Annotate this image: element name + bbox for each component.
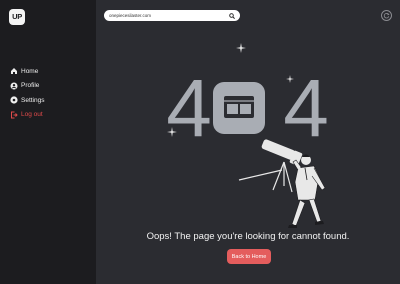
back-to-home-button[interactable]: Back to Home (227, 249, 271, 264)
logout-icon (10, 111, 18, 119)
sidebar-item-label: Log out (21, 111, 43, 119)
sidebar-item-home[interactable]: Home (10, 64, 45, 79)
home-icon (10, 67, 18, 75)
error-digit-right: 4 (283, 63, 329, 154)
error-message: Oops! The page you're looking for cannot… (146, 231, 350, 242)
error-digit-left: 4 (166, 63, 212, 154)
browser-window-icon (213, 82, 265, 134)
sidebar-item-profile[interactable]: Profile (10, 79, 45, 94)
user-icon (10, 82, 18, 90)
sidebar-item-logout[interactable]: Log out (10, 108, 45, 123)
gear-icon (10, 96, 18, 104)
app-logo[interactable]: UP (9, 9, 25, 25)
sidebar-item-label: Settings (21, 96, 45, 104)
sidebar-item-settings[interactable]: Settings (10, 93, 45, 108)
sidebar-nav: Home Profile Settings Log out (10, 64, 45, 122)
sidebar: UP Home Profile Settings Log out (0, 0, 96, 284)
main-content: 4 4 (96, 0, 400, 284)
sidebar-item-label: Profile (21, 82, 40, 90)
person-illustration (288, 154, 326, 228)
sidebar-item-label: Home (21, 67, 39, 75)
